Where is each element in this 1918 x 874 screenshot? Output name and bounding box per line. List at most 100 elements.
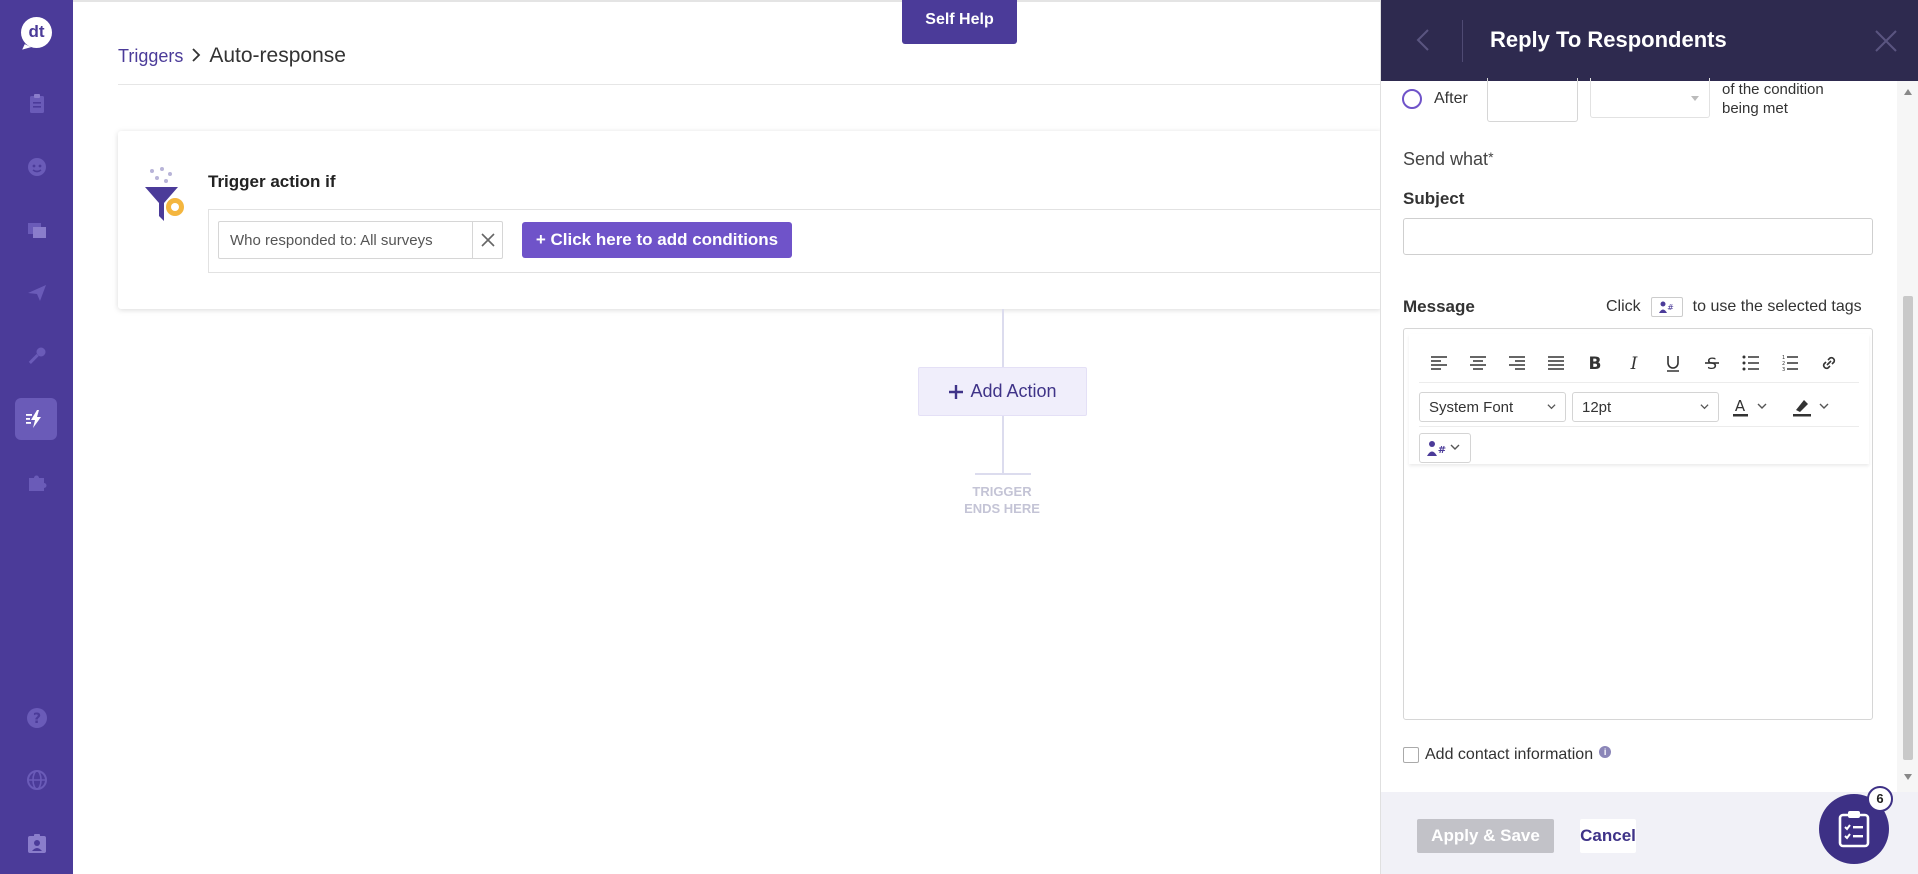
highlight-color-button[interactable] xyxy=(1785,392,1845,422)
strikethrough-icon[interactable]: S xyxy=(1692,348,1731,378)
subject-input[interactable] xyxy=(1403,218,1873,255)
profile-badge-icon[interactable] xyxy=(18,825,56,863)
after-unit-select[interactable] xyxy=(1590,78,1710,118)
condition-chip-text: Who responded to: All surveys xyxy=(230,231,433,249)
help-icon[interactable]: ? xyxy=(18,699,56,737)
align-left-icon[interactable] xyxy=(1419,348,1458,378)
align-center-icon[interactable] xyxy=(1458,348,1497,378)
justify-icon[interactable] xyxy=(1536,348,1575,378)
after-label: After xyxy=(1434,90,1468,107)
trigger-title: Trigger action if xyxy=(208,172,336,191)
condition-chip[interactable]: Who responded to: All surveys xyxy=(218,221,503,259)
subject-label: Subject xyxy=(1403,189,1465,208)
add-contact-label: Add contact information xyxy=(1425,746,1594,763)
bullet-list-icon[interactable] xyxy=(1731,348,1770,378)
flow-end-bar xyxy=(975,473,1031,475)
tags-hint: Click # to use the selected tags xyxy=(1606,297,1862,317)
scroll-up-icon[interactable] xyxy=(1904,89,1912,95)
add-action-button[interactable]: Add Action xyxy=(918,367,1087,416)
add-contact-row: Add contact information i xyxy=(1403,746,1612,764)
toolbar-formatting-row: B I S 123 xyxy=(1419,348,1848,378)
caret-down-icon xyxy=(1691,96,1699,101)
info-icon[interactable]: i xyxy=(1599,746,1612,758)
add-conditions-button[interactable]: + Click here to add conditions xyxy=(522,222,792,258)
breadcrumb: Triggers Auto-response xyxy=(118,44,346,68)
font-family-value: System Font xyxy=(1429,398,1514,416)
svg-text:A: A xyxy=(1735,397,1746,415)
bold-icon[interactable]: B xyxy=(1575,348,1614,378)
text-color-icon: A xyxy=(1733,397,1767,417)
clipboard-icon[interactable] xyxy=(18,85,56,123)
svg-text:?: ? xyxy=(33,711,41,727)
tag-icon: # xyxy=(1650,297,1683,317)
flow-connector xyxy=(1002,309,1004,367)
trigger-end-line1: TRIGGER xyxy=(972,484,1032,499)
toolbar-divider xyxy=(1419,382,1859,383)
screens-icon[interactable] xyxy=(18,211,56,249)
app-logo[interactable]: dt xyxy=(21,17,52,48)
flow-connector-lower xyxy=(1002,416,1004,474)
scroll-down-icon[interactable] xyxy=(1904,774,1912,780)
breadcrumb-divider xyxy=(118,84,1382,85)
font-family-select[interactable]: System Font xyxy=(1419,392,1566,422)
condition-met-text: of the condition being met xyxy=(1722,81,1824,117)
add-contact-checkbox[interactable] xyxy=(1403,747,1419,763)
font-size-select[interactable]: 12pt xyxy=(1572,392,1719,422)
chevron-right-icon xyxy=(191,46,201,67)
close-icon[interactable] xyxy=(1874,29,1898,53)
underline-icon[interactable] xyxy=(1653,348,1692,378)
text-color-button[interactable]: A xyxy=(1725,392,1785,422)
plus-icon xyxy=(949,384,964,399)
add-action-label: Add Action xyxy=(970,381,1057,401)
svg-text:B: B xyxy=(1588,354,1601,373)
puzzle-icon[interactable] xyxy=(18,463,56,501)
trigger-end-line2: ENDS HERE xyxy=(964,501,1040,516)
face-icon[interactable] xyxy=(18,148,56,186)
reply-panel: Reply To Respondents After of the condit… xyxy=(1380,0,1918,874)
svg-text:#: # xyxy=(1667,303,1674,312)
panel-scrollbar[interactable] xyxy=(1897,81,1918,792)
link-icon[interactable] xyxy=(1809,348,1848,378)
italic-icon[interactable]: I xyxy=(1614,348,1653,378)
breadcrumb-triggers-link[interactable]: Triggers xyxy=(118,46,183,67)
send-what-text: Send what xyxy=(1403,149,1489,169)
numbered-list-icon[interactable]: 123 xyxy=(1770,348,1809,378)
hint-rest-text: to use the selected tags xyxy=(1692,298,1862,315)
svg-text:3: 3 xyxy=(1782,367,1785,373)
toolbar-divider xyxy=(1419,426,1859,427)
align-right-icon[interactable] xyxy=(1497,348,1536,378)
globe-icon[interactable] xyxy=(18,761,56,799)
checklist-icon xyxy=(1838,811,1870,848)
svg-text:I: I xyxy=(1629,354,1637,373)
notification-badge: 6 xyxy=(1867,786,1893,812)
cancel-button[interactable]: Cancel xyxy=(1580,819,1636,853)
toolbar-font-row: System Font 12pt A xyxy=(1419,392,1845,422)
triggers-icon[interactable] xyxy=(15,398,57,440)
scrollbar-thumb[interactable] xyxy=(1903,296,1913,760)
editor-toolbar: B I S 123 System Font 12pt A xyxy=(1409,334,1869,464)
after-radio[interactable] xyxy=(1402,89,1422,109)
key-icon[interactable] xyxy=(18,337,56,375)
back-chevron-icon[interactable] xyxy=(1413,27,1433,53)
insert-tag-button[interactable]: # xyxy=(1419,433,1471,463)
page-title: Auto-response xyxy=(209,44,346,67)
message-label: Message xyxy=(1403,297,1475,316)
funnel-gear-icon xyxy=(142,167,192,227)
apply-save-button[interactable]: Apply & Save xyxy=(1417,819,1554,853)
panel-header: Reply To Respondents xyxy=(1381,0,1918,81)
header-divider xyxy=(1462,20,1463,62)
chevron-down-icon xyxy=(1700,404,1709,410)
remove-condition-close-icon[interactable] xyxy=(472,222,502,258)
message-editor[interactable]: B I S 123 System Font 12pt A xyxy=(1403,328,1873,720)
conditions-box: Who responded to: All surveys + Click he… xyxy=(208,209,1382,273)
panel-title: Reply To Respondents xyxy=(1490,27,1727,52)
font-size-value: 12pt xyxy=(1582,398,1612,416)
chevron-down-icon xyxy=(1547,404,1556,410)
hint-click-text: Click xyxy=(1606,298,1641,315)
top-divider xyxy=(73,0,1382,2)
self-help-button[interactable]: Self Help xyxy=(902,0,1017,44)
after-amount-input[interactable] xyxy=(1487,78,1578,122)
svg-text:#: # xyxy=(1438,445,1446,456)
send-icon[interactable] xyxy=(18,274,56,312)
highlighter-icon xyxy=(1793,400,1829,417)
